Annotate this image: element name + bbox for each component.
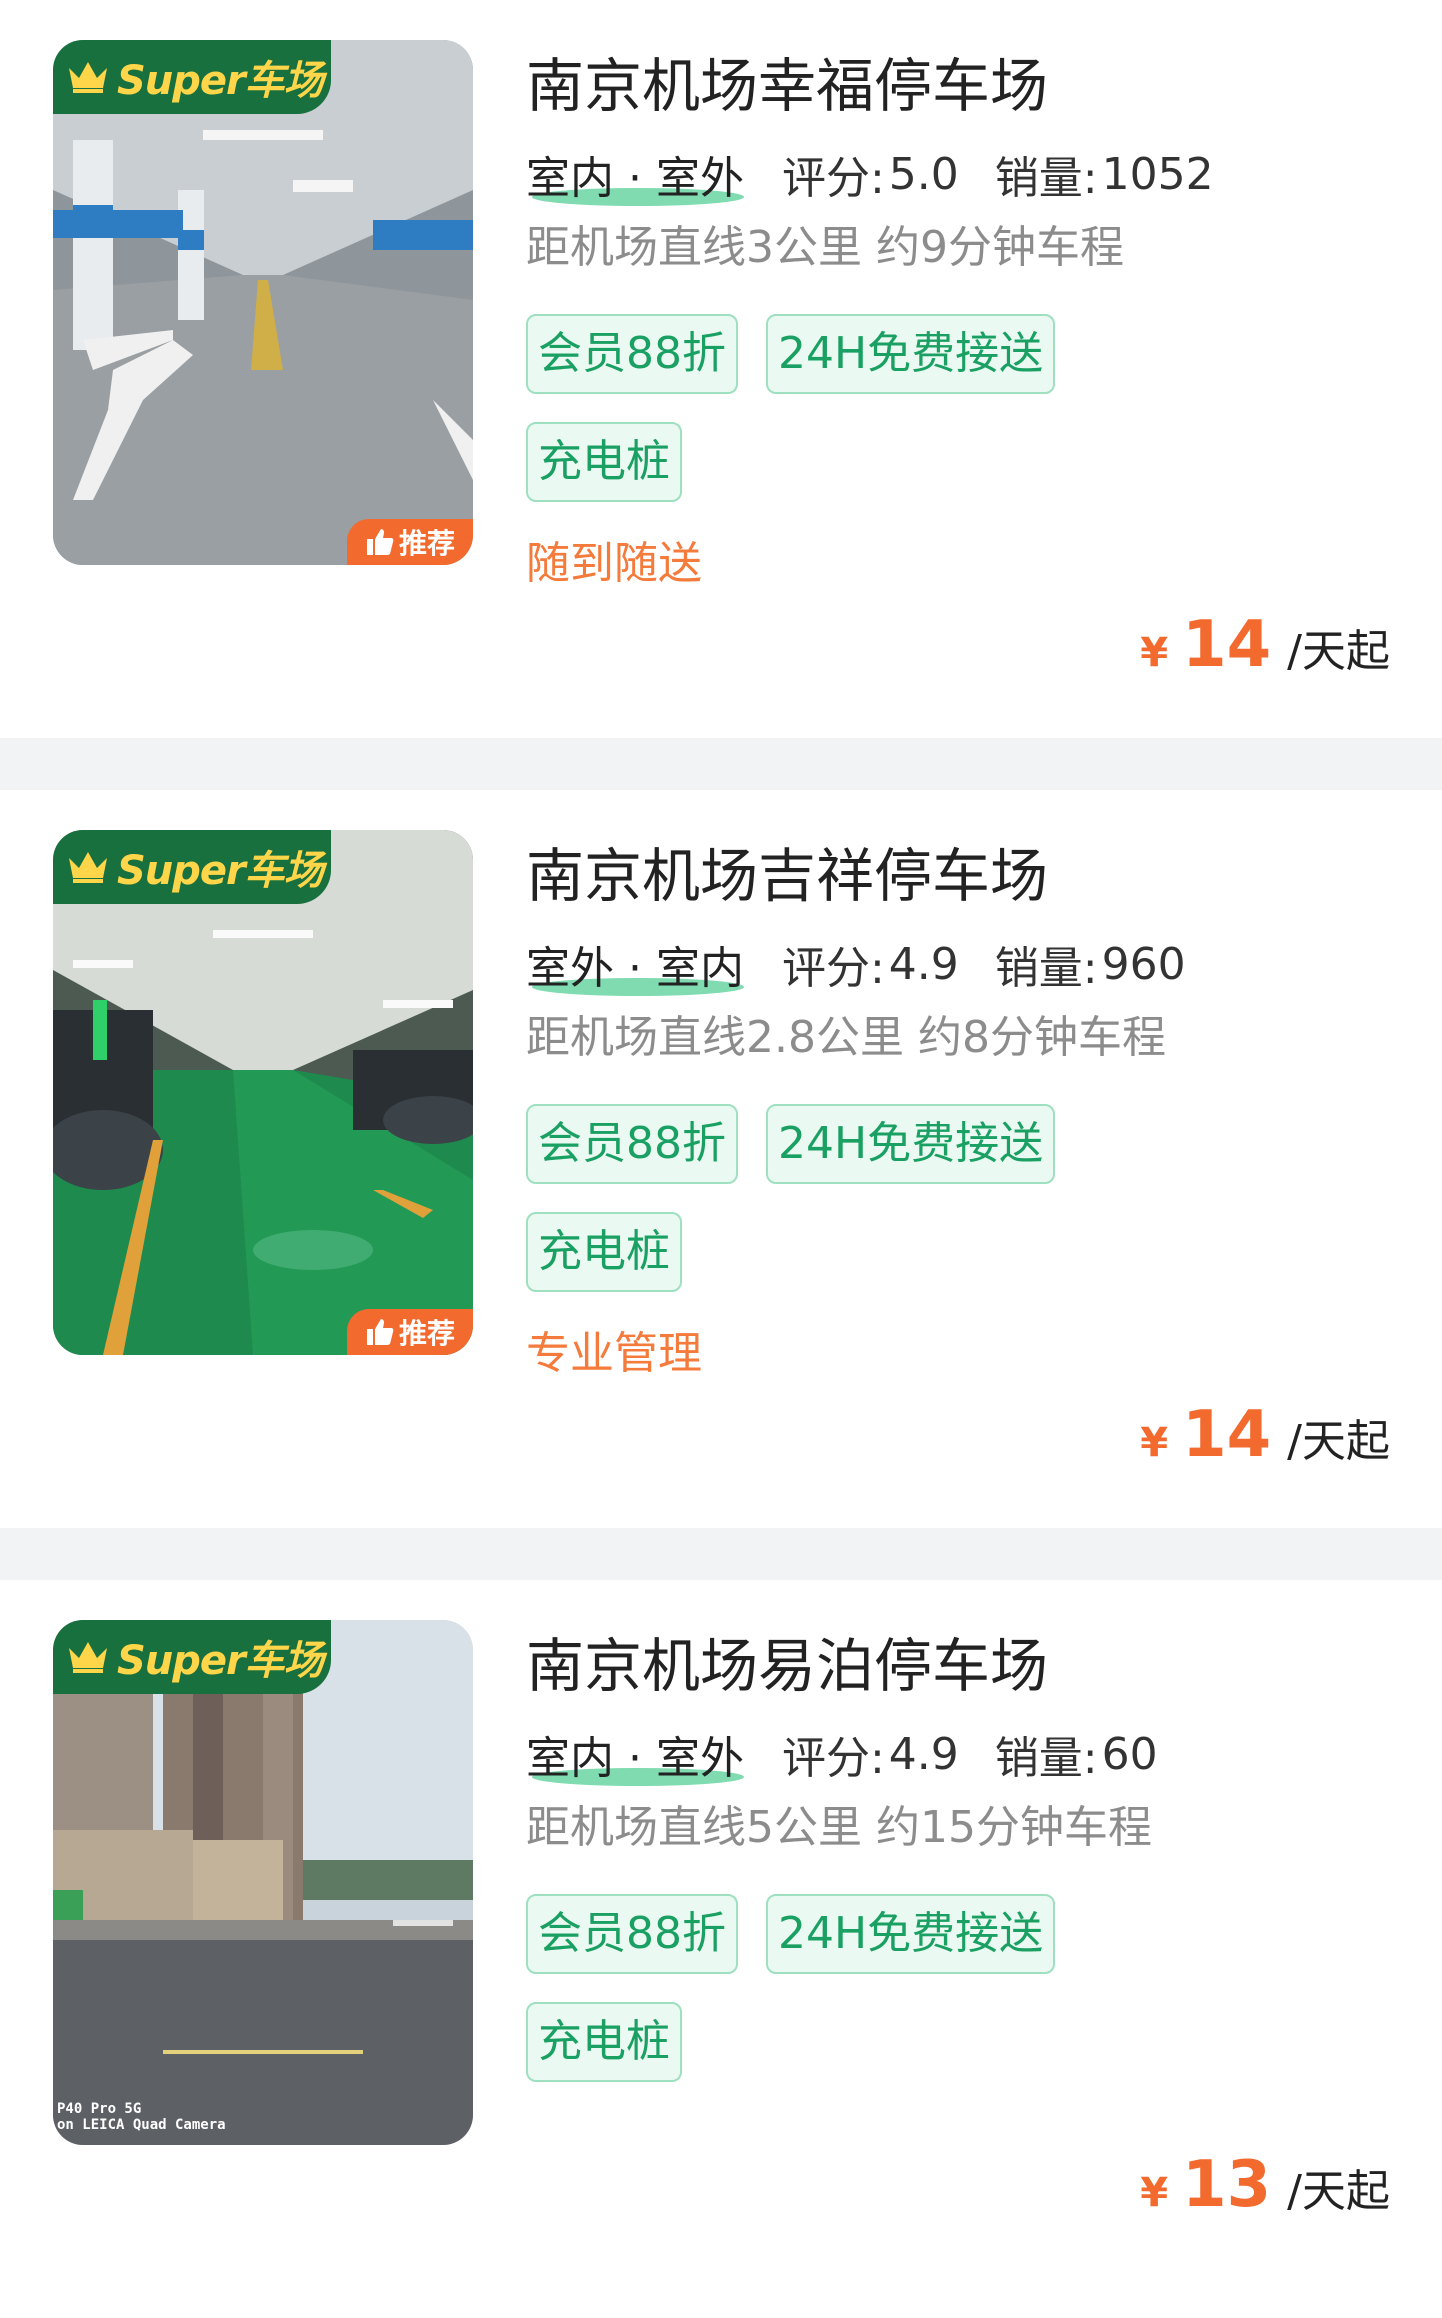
parking-lot-meta: 室内 · 室外 评分: 5.0 销量: 1052 — [526, 144, 1392, 206]
tag-free-shuttle: 24H免费接送 — [766, 1894, 1056, 1974]
price: ¥ 14 /天起 — [1140, 1398, 1390, 1472]
price-amount: 14 — [1182, 608, 1272, 682]
super-lot-label: Super车场 — [117, 1638, 324, 1684]
crown-icon — [69, 1642, 107, 1673]
distance-text: 距机场直线5公里 约15分钟车程 — [526, 1802, 1152, 1853]
super-lot-badge: Super车场 — [53, 830, 331, 904]
price-amount: 14 — [1182, 1398, 1272, 1472]
currency-symbol: ¥ — [1140, 2170, 1169, 2216]
env-type: 室外 · 室内 — [526, 943, 744, 996]
tag-charging-pile: 充电桩 — [526, 2002, 682, 2082]
super-lot-label: Super车场 — [117, 58, 324, 104]
green-garage-photo — [53, 830, 473, 1355]
crown-icon — [69, 852, 107, 883]
indoor-garage-photo — [53, 40, 473, 565]
env-type: 室内 · 室外 — [526, 1733, 744, 1786]
price: ¥ 14 /天起 — [1140, 608, 1390, 682]
recommend-badge: 推荐 — [347, 1309, 473, 1355]
card-divider — [0, 738, 1442, 790]
super-lot-badge: Super车场 — [53, 1620, 331, 1694]
tag-member-discount: 会员88折 — [526, 1894, 738, 1974]
parking-lot-info: 南京机场吉祥停车场 室外 · 室内 评分: 4.9 销量: 960 距机场直线2… — [526, 830, 1392, 1382]
sales-value: 960 — [1101, 938, 1186, 990]
parking-lot-list: Super车场 推荐 南京机场幸福停车场 室内 · 室外 评分: 5.0 销量: — [0, 0, 1442, 2318]
feature-tags: 会员88折 24H免费接送 充电桩 — [526, 314, 1146, 530]
tag-member-discount: 会员88折 — [526, 314, 738, 394]
parking-lot-name[interactable]: 南京机场易泊停车场 — [526, 1620, 1392, 1712]
feature-tags: 会员88折 24H免费接送 充电桩 — [526, 1104, 1146, 1320]
rating-value: 5.0 — [888, 148, 959, 200]
crown-icon — [69, 62, 107, 93]
rating-label: 评分: — [781, 943, 885, 994]
currency-symbol: ¥ — [1140, 1420, 1169, 1466]
tag-charging-pile: 充电桩 — [526, 1212, 682, 1292]
thumbs-up-icon — [366, 529, 394, 555]
price-unit: /天起 — [1287, 626, 1390, 677]
super-lot-badge: Super车场 — [53, 40, 331, 114]
currency-symbol: ¥ — [1140, 630, 1169, 676]
outdoor-building-photo — [53, 1620, 473, 2145]
recommend-label: 推荐 — [398, 1317, 455, 1350]
env-type: 室内 · 室外 — [526, 153, 744, 206]
tag-free-shuttle: 24H免费接送 — [766, 1104, 1056, 1184]
thumbs-up-icon — [366, 1319, 394, 1345]
parking-lot-card[interactable]: Super车场 推荐 南京机场吉祥停车场 室外 · 室内 评分: 4.9 销量: — [0, 790, 1442, 1528]
parking-lot-name[interactable]: 南京机场吉祥停车场 — [526, 830, 1392, 922]
price-amount: 13 — [1182, 2148, 1272, 2222]
parking-lot-card[interactable]: Super车场 推荐 南京机场幸福停车场 室内 · 室外 评分: 5.0 销量: — [0, 0, 1442, 738]
rating-value: 4.9 — [888, 1728, 959, 1780]
tag-member-discount: 会员88折 — [526, 1104, 738, 1184]
rating-value: 4.9 — [888, 938, 959, 990]
parking-lot-info: 南京机场易泊停车场 室内 · 室外 评分: 4.9 销量: 60 距机场直线5公… — [526, 1620, 1392, 2110]
slogan: 随到随送 — [526, 538, 702, 589]
distance-text: 距机场直线2.8公里 约8分钟车程 — [526, 1012, 1166, 1063]
recommend-label: 推荐 — [398, 527, 455, 560]
slogan: 专业管理 — [526, 1328, 702, 1379]
rating-label: 评分: — [781, 153, 885, 204]
price-unit: /天起 — [1287, 2166, 1390, 2217]
sales-value: 60 — [1101, 1728, 1158, 1780]
parking-lot-name[interactable]: 南京机场幸福停车场 — [526, 40, 1392, 132]
distance-text: 距机场直线3公里 约9分钟车程 — [526, 222, 1124, 273]
parking-lot-info: 南京机场幸福停车场 室内 · 室外 评分: 5.0 销量: 1052 距机场直线… — [526, 40, 1392, 592]
parking-lot-meta: 室外 · 室内 评分: 4.9 销量: 960 — [526, 934, 1392, 996]
tag-free-shuttle: 24H免费接送 — [766, 314, 1056, 394]
camera-watermark: P40 Pro 5G on LEICA Quad Camera — [57, 2101, 226, 2133]
recommend-badge: 推荐 — [347, 519, 473, 565]
feature-tags: 会员88折 24H免费接送 充电桩 — [526, 1894, 1146, 2110]
sales-label: 销量: — [994, 153, 1098, 204]
parking-lot-photo[interactable]: Super车场 P40 Pro 5G on LEICA Quad Camera — [53, 1620, 473, 2145]
sales-value: 1052 — [1101, 148, 1214, 200]
sales-label: 销量: — [994, 1733, 1098, 1784]
tag-charging-pile: 充电桩 — [526, 422, 682, 502]
parking-lot-meta: 室内 · 室外 评分: 4.9 销量: 60 — [526, 1724, 1392, 1786]
price-unit: /天起 — [1287, 1416, 1390, 1467]
rating-label: 评分: — [781, 1733, 885, 1784]
parking-lot-card[interactable]: Super车场 P40 Pro 5G on LEICA Quad Camera … — [0, 1580, 1442, 2318]
parking-lot-photo[interactable]: Super车场 推荐 — [53, 40, 473, 565]
price: ¥ 13 /天起 — [1140, 2148, 1390, 2222]
sales-label: 销量: — [994, 943, 1098, 994]
card-divider — [0, 1528, 1442, 1580]
parking-lot-photo[interactable]: Super车场 推荐 — [53, 830, 473, 1355]
super-lot-label: Super车场 — [117, 848, 324, 894]
